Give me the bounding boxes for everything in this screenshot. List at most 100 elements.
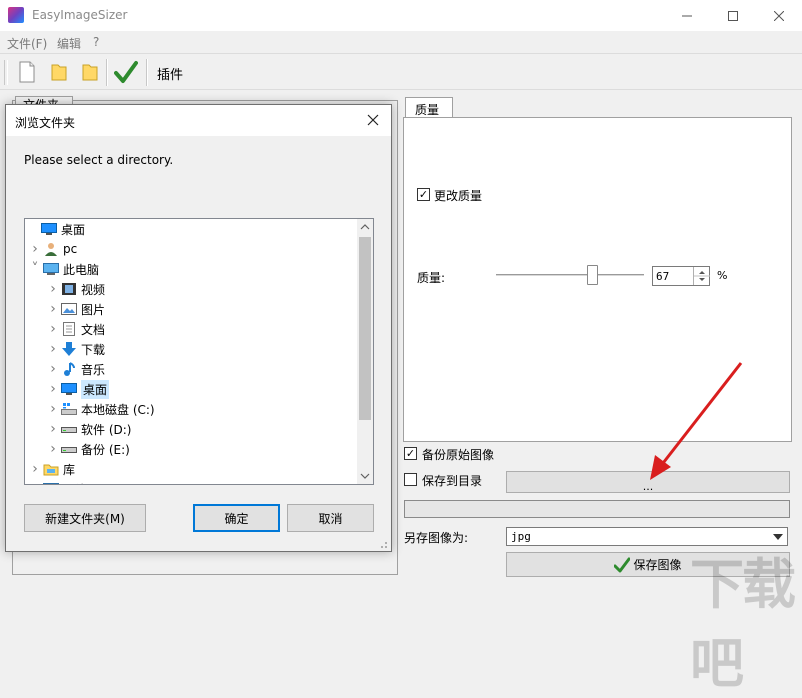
open-folder-icon [82,64,98,81]
tree-item-label: 备份 (E:) [81,442,130,457]
folder-icon [51,64,67,81]
new-button[interactable] [14,58,40,86]
menu-help[interactable]: ? [93,35,99,49]
menu-bar: 文件(F) 编辑 ? [0,31,802,53]
chevron-right-icon[interactable]: › [45,341,61,357]
tree-item-label: 库 [63,462,76,477]
quality-slider-track[interactable] [496,274,644,277]
drive-icon [61,422,77,436]
chevron-right-icon[interactable]: › [45,281,61,297]
change-quality-checkbox[interactable]: ✓ [417,188,430,201]
ok-button[interactable]: 确定 [193,504,280,532]
backup-checkbox[interactable]: ✓ [404,447,417,460]
tree-item[interactable]: › 网络 [27,479,87,485]
backup-label: 备份原始图像 [422,448,495,462]
cancel-label: 取消 [318,511,343,526]
ok-label: 确定 [224,511,249,526]
new-folder-button[interactable]: 新建文件夹(M) [24,504,146,532]
format-select-value: jpg [511,530,531,543]
dialog-message: Please select a directory. [24,153,174,167]
tree-item-label: 视频 [81,282,106,297]
menu-edit[interactable]: 编辑 [57,35,81,52]
plugins-button[interactable]: 插件 [157,64,183,83]
apply-button[interactable] [113,58,139,86]
tree-item[interactable]: › pc [27,239,77,259]
maximize-button[interactable] [710,0,756,31]
folder-tree[interactable]: 桌面 › pc ˅ 此电脑 › 视频 › 图片 › 文档 › 下载 › 音乐 › 桌面 › 本地磁盘 (C:) › 软件… [24,218,374,485]
tab-quality-label: 质量 [415,103,440,117]
tree-item-label: 此电脑 [63,262,100,277]
pictures-icon [61,302,77,316]
scroll-down-icon[interactable] [357,468,373,484]
tree-item-label: 网络 [63,481,87,485]
tree-item[interactable]: › 桌面 [45,379,110,399]
quality-slider-thumb[interactable] [587,265,598,285]
video-icon [61,282,77,296]
tree-item[interactable]: › 音乐 [45,359,105,379]
drive-icon [61,442,77,456]
dialog-title-bar: 浏览文件夹 [6,105,391,136]
chevron-right-icon[interactable]: › [45,321,61,337]
chevron-right-icon[interactable]: › [45,361,61,377]
music-icon [61,362,77,376]
chevron-right-icon[interactable]: › [27,241,43,257]
chevron-right-icon[interactable]: › [27,481,43,484]
chevron-right-icon[interactable]: › [45,421,61,437]
tree-item-label: pc [63,242,78,256]
chevron-right-icon[interactable]: › [45,441,61,457]
tree-item[interactable]: 桌面 [25,219,85,239]
scroll-up-icon[interactable] [357,219,373,235]
user-icon [43,242,59,256]
tree-item[interactable]: › 下载 [45,339,105,359]
tree-scroll-thumb[interactable] [359,237,371,420]
tree-item[interactable]: › 文档 [45,319,105,339]
title-bar: EasyImageSizer [0,0,802,31]
toolbar: 插件 [0,53,802,90]
documents-icon [61,322,77,336]
browse-folder-dialog: 浏览文件夹 Please select a directory. 桌面 › pc ˅ 此… [5,104,392,552]
quality-value[interactable]: 67 [656,270,669,283]
resize-grip-icon[interactable] [378,539,388,549]
chevron-right-icon[interactable]: › [27,461,43,477]
close-button[interactable] [756,0,802,31]
quality-spin-buttons[interactable] [693,267,710,285]
folder-button[interactable] [46,58,72,86]
desktop-icon [61,382,77,396]
tree-item[interactable]: › 本地磁盘 (C:) [45,399,155,419]
minimize-button[interactable] [664,0,710,31]
maximize-icon [728,10,738,21]
chevron-right-icon[interactable]: › [45,401,61,417]
tree-item[interactable]: › 视频 [45,279,105,299]
save-to-dir-checkbox[interactable] [404,473,417,486]
checkmark-icon [114,61,138,83]
window-title: EasyImageSizer [32,8,128,22]
tree-item-label: 音乐 [81,362,106,377]
tree-item-label: 桌面 [81,379,110,399]
tree-item[interactable]: › 图片 [45,299,105,319]
download-icon [61,342,77,356]
chevron-down-icon[interactable]: ˅ [27,261,43,277]
tree-item[interactable]: › 库 [27,459,75,479]
cancel-button[interactable]: 取消 [287,504,374,532]
tree-item[interactable]: › 软件 (D:) [45,419,131,439]
annotation-arrow-icon [650,362,743,480]
save-to-dir-label: 保存到目录 [422,474,483,488]
watermark-logo: 下载吧 [690,553,796,695]
new-document-icon [19,61,35,83]
tree-item-label: 本地磁盘 (C:) [81,402,155,417]
chevron-right-icon[interactable]: › [45,301,61,317]
tree-item-label: 软件 (D:) [81,422,132,437]
dialog-close-button[interactable] [360,108,386,132]
drive-c-icon [61,402,77,416]
tab-quality[interactable]: 质量 [405,97,453,118]
tree-item[interactable]: ˅ 此电脑 [27,259,100,279]
toolbar-grip [4,60,8,85]
open-folder-button[interactable] [77,58,103,86]
close-icon [774,10,784,21]
chevron-right-icon[interactable]: › [45,381,61,397]
tree-item[interactable]: › 备份 (E:) [45,439,130,459]
menu-file[interactable]: 文件(F) [7,35,47,52]
tree-item-label: 下载 [81,342,106,357]
save-image-label: 保存图像 [633,558,682,572]
close-icon [367,114,379,126]
